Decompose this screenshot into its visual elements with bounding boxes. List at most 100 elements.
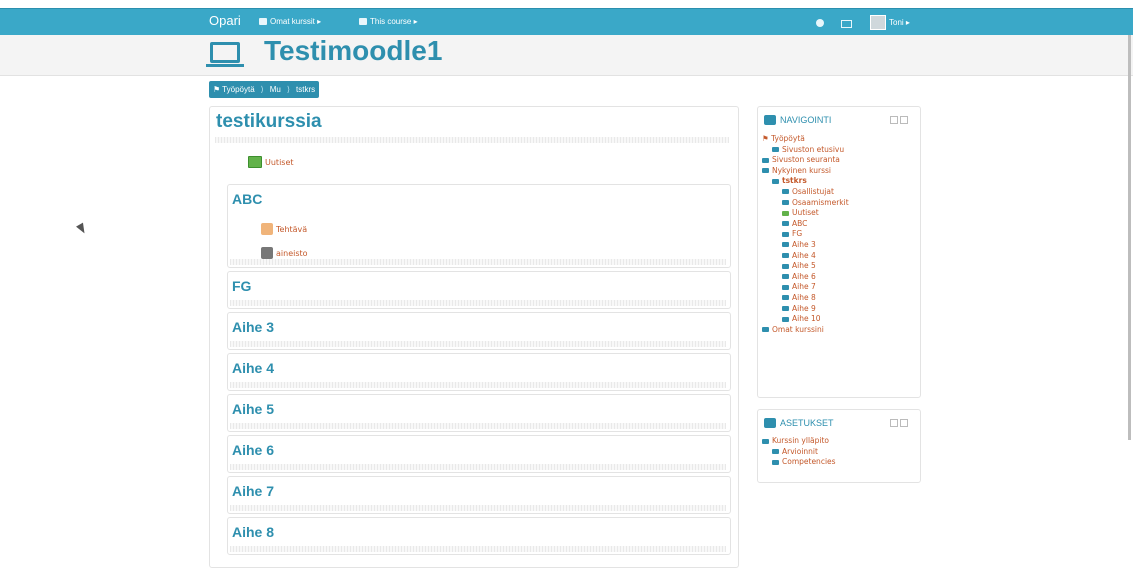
folder-icon [782, 284, 789, 290]
section-name[interactable]: ABC [232, 191, 262, 207]
messages-mail-icon[interactable] [841, 20, 852, 28]
settings-gear-icon[interactable] [816, 19, 824, 27]
folder-icon [782, 221, 789, 227]
divider [230, 382, 726, 388]
folder-icon [782, 253, 789, 259]
nav-item-fg[interactable]: FG [762, 229, 849, 240]
section-name[interactable]: Aihe 4 [232, 360, 274, 376]
nav-item-aihe-8[interactable]: Aihe 8 [762, 293, 849, 304]
user-menu[interactable]: Toni ▸ [870, 15, 910, 30]
folder-icon [782, 274, 789, 280]
nav-item-aihe-7[interactable]: Aihe 7 [762, 282, 849, 293]
my-courses-label: Omat kurssit ▸ [270, 17, 322, 26]
nav-item-aihe-3[interactable]: Aihe 3 [762, 240, 849, 251]
site-brand[interactable]: Opari [209, 13, 241, 28]
settings-item-arvioinnit[interactable]: Arvioinnit [762, 447, 836, 458]
nav-item-tstkrs[interactable]: tstkrs [762, 176, 849, 187]
folder-icon [782, 200, 789, 206]
section-aihe-4: Aihe 4 [227, 353, 731, 391]
settings-item-kurssin-yllapito[interactable]: Kurssin ylläpito [762, 436, 836, 447]
nav-item-aihe-4[interactable]: Aihe 4 [762, 251, 849, 262]
settings-header: ASETUKSET [764, 418, 834, 428]
home-icon: ⚑ [213, 85, 221, 94]
home-icon: ⚑ [762, 134, 772, 143]
section-fg: FG [227, 271, 731, 309]
folder-icon [762, 327, 769, 333]
page-header: Testimoodle1 [0, 35, 1133, 76]
folder-icon [782, 242, 789, 248]
nav-item-sivuston-seuranta[interactable]: Sivuston seuranta [762, 155, 849, 166]
grades-icon [772, 449, 779, 455]
section-abc: ABC Tehtävä aineisto [227, 184, 731, 268]
mouse-cursor-icon [76, 222, 88, 236]
settings-tree: Kurssin ylläpito Arvioinnit Competencies [762, 436, 836, 468]
this-course-menu[interactable]: This course ▸ [359, 17, 418, 26]
folder-open-icon [772, 178, 779, 184]
competencies-icon [772, 459, 779, 465]
nav-item-aihe-6[interactable]: Aihe 6 [762, 272, 849, 283]
folder-open-icon [762, 438, 769, 444]
section-name[interactable]: Aihe 6 [232, 442, 274, 458]
nav-item-osaamismerkit[interactable]: Osaamismerkit [762, 198, 849, 209]
activity-resource[interactable]: aineisto [261, 247, 308, 259]
settings-block: ASETUKSET Kurssin ylläpito Arvioinnit Co… [757, 409, 921, 483]
scrollbar[interactable] [1128, 35, 1131, 440]
nav-item-nykyinen-kurssi[interactable]: Nykyinen kurssi [762, 166, 849, 177]
laptop-base [206, 64, 244, 67]
settings-title: ASETUKSET [780, 418, 834, 428]
settings-item-competencies[interactable]: Competencies [762, 457, 836, 468]
resource-icon [261, 247, 273, 259]
section-name[interactable]: Aihe 3 [232, 319, 274, 335]
breadcrumb: ⚑ Työpöytä ⟩ Mu ⟩ tstkrs [209, 81, 320, 98]
forum-icon [782, 210, 789, 216]
folder-icon [782, 316, 789, 322]
block-controls[interactable] [890, 116, 908, 124]
breadcrumb-home[interactable]: Työpöytä [222, 85, 254, 94]
navigation-block: NAVIGOINTI ⚑ Työpöytä Sivuston etusivu S… [757, 106, 921, 398]
breadcrumb-mu[interactable]: Mu [270, 85, 281, 94]
section-aihe-5: Aihe 5 [227, 394, 731, 432]
my-courses-menu[interactable]: Omat kurssit ▸ [259, 17, 321, 26]
folder-icon [782, 231, 789, 237]
user-name: Toni ▸ [889, 18, 910, 27]
book-icon [359, 18, 367, 25]
gears-icon [764, 418, 776, 428]
section-aihe-8: Aihe 8 [227, 517, 731, 555]
dashboard-icon [259, 18, 267, 25]
divider [230, 300, 726, 306]
navigation-tree: ⚑ Työpöytä Sivuston etusivu Sivuston seu… [762, 134, 849, 335]
nav-item-aihe-5[interactable]: Aihe 5 [762, 261, 849, 272]
nav-item-aihe-9[interactable]: Aihe 9 [762, 304, 849, 315]
divider [230, 423, 726, 429]
nav-item-osallistujat[interactable]: Osallistujat [762, 187, 849, 198]
nav-item-aihe-10[interactable]: Aihe 10 [762, 314, 849, 325]
folder-open-icon [762, 168, 769, 174]
folder-icon [782, 306, 789, 311]
folder-icon [782, 295, 789, 301]
breadcrumb-separator: ⟩ [260, 85, 264, 94]
course-title: testikurssia [216, 111, 322, 132]
section-name[interactable]: Aihe 5 [232, 401, 274, 417]
nav-item-uutiset[interactable]: Uutiset [762, 208, 849, 219]
activity-label: aineisto [276, 248, 308, 258]
divider [230, 341, 726, 347]
nav-item-abc[interactable]: ABC [762, 219, 849, 230]
divider [230, 546, 726, 552]
section-name[interactable]: Aihe 8 [232, 524, 274, 540]
activity-assignment[interactable]: Tehtävä [261, 223, 307, 235]
section-aihe-7: Aihe 7 [227, 476, 731, 514]
nav-item-omat-kurssini[interactable]: Omat kurssini [762, 325, 849, 336]
block-controls[interactable] [890, 419, 908, 427]
navigation-header: NAVIGOINTI [764, 115, 831, 125]
section-name[interactable]: Aihe 7 [232, 483, 274, 499]
breadcrumb-course[interactable]: tstkrs [296, 85, 315, 94]
nav-item-tyopoyta[interactable]: ⚑ Työpöytä [762, 134, 849, 145]
top-edge [0, 0, 1133, 8]
divider [230, 464, 726, 470]
news-forum-link[interactable]: Uutiset [248, 156, 294, 168]
divider [230, 505, 726, 511]
section-aihe-3: Aihe 3 [227, 312, 731, 350]
nav-item-sivuston-etusivu[interactable]: Sivuston etusivu [762, 145, 849, 156]
avatar [870, 15, 886, 30]
section-name[interactable]: FG [232, 278, 251, 294]
